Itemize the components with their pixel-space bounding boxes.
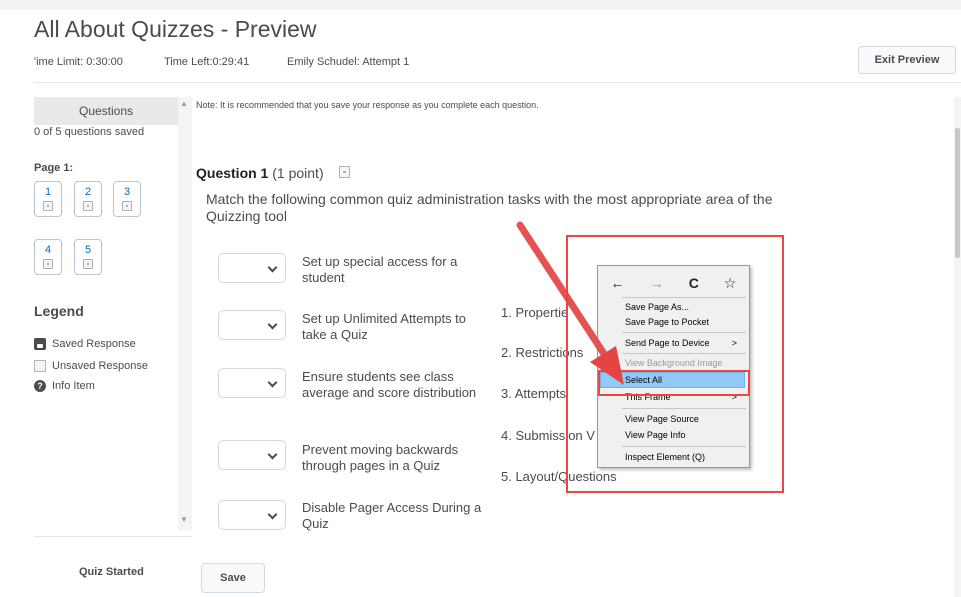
match-dropdown-2[interactable] (218, 310, 286, 340)
question-nav-number: 1 (44, 186, 52, 198)
exit-preview-button[interactable]: Exit Preview (858, 46, 956, 74)
back-icon[interactable]: ← (611, 275, 625, 291)
page-label: Page 1: (34, 162, 74, 174)
question-text: Match the following common quiz administ… (206, 191, 773, 224)
page-title: All About Quizzes - Preview (34, 16, 317, 42)
match-dropdown-4[interactable] (218, 440, 286, 470)
question-nav-number: 4 (44, 244, 52, 256)
save-icon (34, 338, 46, 350)
menu-send-to-device[interactable]: Send Page to Device (625, 338, 710, 348)
context-nav-bar: ← → C ☆ (598, 272, 749, 294)
bookmark-icon[interactable]: ☆ (724, 275, 737, 292)
unsaved-icon (43, 259, 53, 269)
menu-save-page-as[interactable]: Save Page As... (625, 302, 689, 312)
unsaved-icon (34, 360, 46, 372)
menu-separator (622, 408, 746, 409)
legend-info: ? Info Item (34, 380, 95, 392)
header-divider (34, 82, 961, 83)
submenu-arrow-icon: > (731, 338, 737, 348)
quiz-started-label: Quiz Started (79, 566, 144, 578)
sidebar-scrollbar[interactable] (178, 97, 192, 530)
menu-separator (622, 297, 746, 298)
choice-3: 3. Attempts (501, 386, 567, 401)
match-dropdown-3[interactable] (218, 368, 286, 398)
sidebar-divider (34, 536, 192, 537)
unsaved-icon (122, 201, 132, 211)
top-strip (0, 0, 961, 10)
question-number: Question 1 (196, 165, 269, 181)
scroll-down-icon[interactable]: ▼ (180, 515, 188, 524)
menu-view-page-info[interactable]: View Page Info (625, 430, 685, 440)
legend-unsaved-label: Unsaved Response (52, 360, 149, 372)
match-dropdown-5[interactable] (218, 500, 286, 530)
menu-separator (622, 446, 746, 447)
question-nav-5[interactable]: 5 (74, 239, 102, 275)
time-left: Time Left:0:29:41 (164, 56, 250, 68)
questions-header: Questions (34, 97, 178, 125)
menu-separator (622, 332, 746, 333)
legend-title: Legend (34, 303, 84, 319)
question-nav-4[interactable]: 4 (34, 239, 62, 275)
select-all-highlight-frame (598, 370, 750, 396)
menu-save-to-pocket[interactable]: Save Page to Pocket (625, 317, 709, 327)
question-unsaved-icon (339, 166, 350, 178)
question-nav-1[interactable]: 1 (34, 181, 62, 217)
unsaved-icon (83, 201, 93, 211)
legend-saved-label: Saved Response (52, 338, 136, 350)
question-points: (1 point) (272, 165, 324, 181)
context-menu: ← → C ☆ Save Page As... Save Page to Poc… (597, 265, 750, 468)
scroll-up-icon[interactable]: ▲ (180, 99, 188, 108)
unsaved-icon (83, 259, 93, 269)
attempt-info: Emily Schudel: Attempt 1 (287, 56, 410, 68)
info-icon: ? (34, 380, 46, 392)
match-item-5: Disable Pager Access During a Quiz (302, 500, 482, 531)
question-nav-2[interactable]: 2 (74, 181, 102, 217)
legend-saved: Saved Response (34, 338, 136, 350)
question-title: Question 1 (1 point) (196, 165, 324, 181)
time-limit: 'ime Limit: 0:30:00 (34, 56, 123, 68)
reload-icon[interactable]: C (689, 275, 699, 291)
menu-inspect-element[interactable]: Inspect Element (Q) (625, 452, 705, 462)
legend-unsaved: Unsaved Response (34, 360, 148, 372)
legend-info-label: Info Item (52, 380, 95, 392)
main-scrollbar-thumb[interactable] (955, 128, 960, 258)
match-item-3: Ensure students see class average and sc… (302, 369, 477, 400)
question-nav-number: 2 (84, 186, 92, 198)
match-item-1: Set up special access for a student (302, 254, 458, 285)
save-button[interactable]: Save (201, 563, 265, 593)
question-nav-number: 3 (123, 186, 131, 198)
question-nav-3[interactable]: 3 (113, 181, 141, 217)
menu-view-background-image: View Background Image (625, 358, 723, 368)
saved-count: 0 of 5 questions saved (34, 126, 145, 138)
question-nav-number: 5 (84, 244, 92, 256)
match-item-4: Prevent moving backwards through pages i… (302, 442, 459, 473)
choice-1: 1. Propertie (501, 305, 569, 320)
match-item-2: Set up Unlimited Attempts to take a Quiz (302, 311, 467, 342)
forward-icon[interactable]: → (650, 275, 664, 291)
unsaved-icon (43, 201, 53, 211)
save-note: Note: It is recommended that you save yo… (196, 100, 539, 110)
menu-separator (622, 353, 746, 354)
menu-view-page-source[interactable]: View Page Source (625, 414, 699, 424)
match-dropdown-1[interactable] (218, 253, 286, 283)
